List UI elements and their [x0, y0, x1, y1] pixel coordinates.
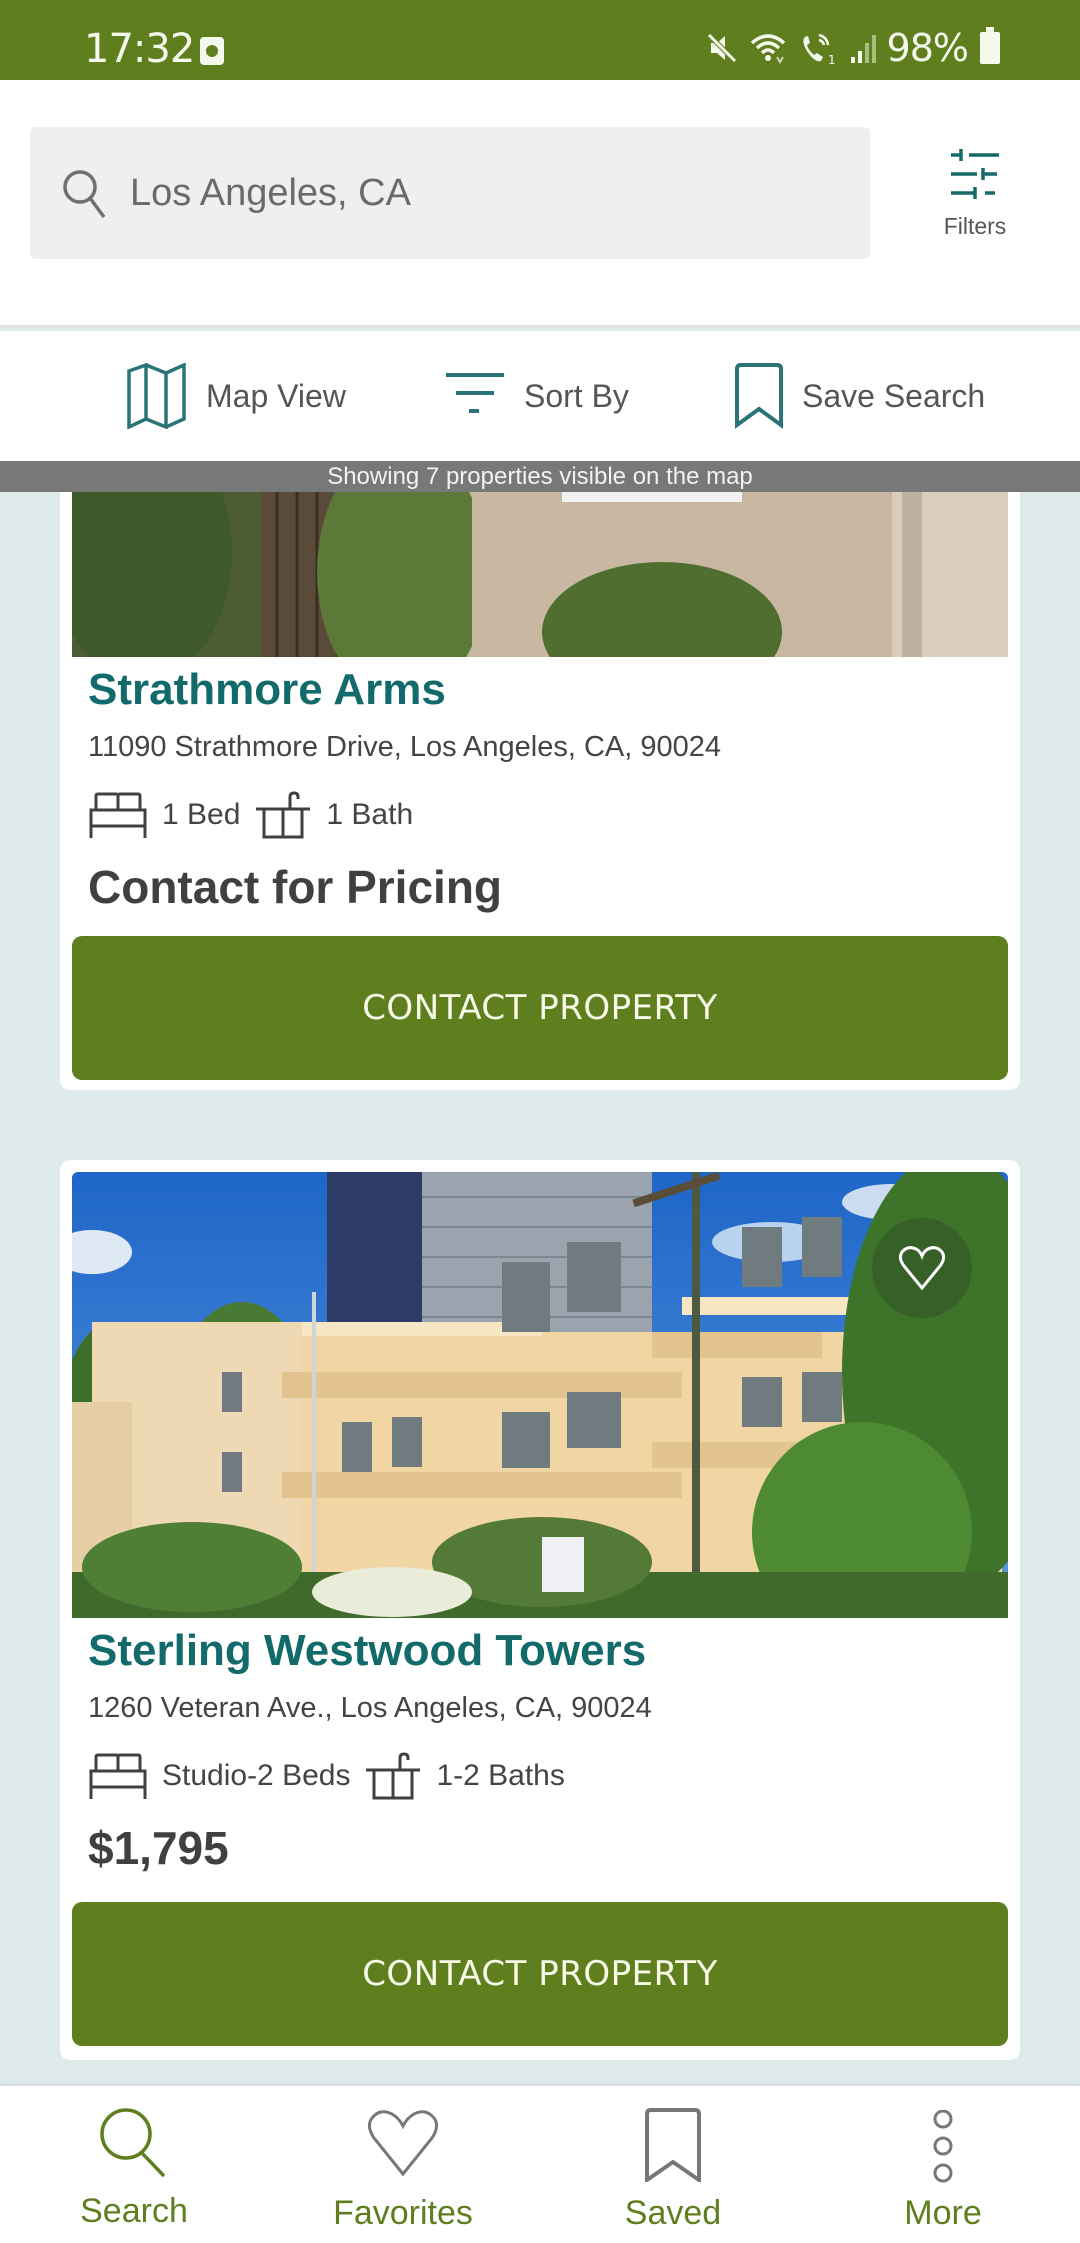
wifi-calling-icon: 1 [802, 33, 836, 65]
listing-info: Strathmore Arms 11090 Strathmore Drive, … [88, 665, 992, 914]
bookmark-icon [645, 2108, 701, 2182]
building-photo-image [72, 1172, 1008, 1618]
filters-label: Filters [943, 213, 1007, 239]
listing-address: 11090 Strathmore Drive, Los Angeles, CA,… [88, 731, 722, 763]
status-icons: 1 98% [705, 26, 1000, 70]
battery-icon [980, 27, 1000, 64]
status-bar: 17:32 1 98% [0, 0, 1080, 80]
battery-percent: 98% [886, 26, 969, 70]
search-icon [100, 2108, 166, 2178]
bed-count: 1 Bed [162, 798, 241, 831]
bath-count: 1-2 Baths [436, 1759, 565, 1792]
search-input[interactable] [130, 171, 830, 215]
bed-icon [89, 1753, 147, 1799]
listing-name[interactable]: Strathmore Arms [88, 665, 992, 715]
bed-icon [89, 792, 147, 838]
search-icon [63, 170, 106, 219]
more-vertical-icon [933, 2110, 953, 2183]
listing-address: 1260 Veteran Ave., Los Angeles, CA, 9002… [88, 1692, 652, 1724]
map-view-button[interactable]: Map View [126, 361, 346, 431]
nav-saved-label: Saved [624, 2194, 722, 2232]
nav-search-label: Search [80, 2192, 188, 2230]
signal-icon [850, 35, 876, 63]
nav-favorites[interactable]: Favorites [303, 2086, 503, 2243]
save-search-label: Save Search [802, 377, 986, 414]
listing-photo[interactable] [72, 492, 1008, 657]
action-toolbar: Map View Sort By Save Search [0, 331, 1080, 461]
heart-icon [367, 2110, 439, 2176]
listing-info: Sterling Westwood Towers 1260 Veteran Av… [88, 1626, 992, 1875]
listing-specs: Studio-2 Beds 1-2 Baths [88, 1751, 992, 1801]
nav-more-label: More [904, 2194, 982, 2232]
bath-count: 1 Bath [326, 798, 414, 831]
listing-card[interactable]: Strathmore Arms 11090 Strathmore Drive, … [60, 492, 1020, 1090]
map-view-label: Map View [206, 377, 346, 414]
building-photo-image [72, 492, 1008, 657]
listings-feed[interactable]: Strathmore Arms 11090 Strathmore Drive, … [0, 492, 1080, 2086]
nav-search[interactable]: Search [34, 2086, 234, 2243]
listing-photo[interactable] [72, 1172, 1008, 1618]
sort-by-label: Sort By [524, 377, 629, 414]
listing-price: Contact for Pricing [88, 861, 503, 913]
favorite-button[interactable] [872, 1218, 972, 1318]
nav-saved[interactable]: Saved [573, 2086, 773, 2243]
bed-count: Studio-2 Beds [162, 1759, 351, 1792]
save-search-button[interactable]: Save Search [734, 361, 985, 431]
mute-icon [706, 33, 737, 63]
bath-icon [366, 1752, 421, 1800]
map-icon [127, 363, 186, 429]
bath-icon [256, 791, 311, 839]
wifi-icon [750, 34, 785, 64]
status-time: 17:32 [84, 26, 195, 72]
search-header: Filters [0, 80, 1080, 328]
bottom-navigation: Search Favorites Saved More [0, 2086, 1080, 2243]
heart-icon [898, 1246, 946, 1290]
contact-property-button[interactable]: CONTACT PROPERTY [72, 936, 1008, 1080]
results-count-banner: Showing 7 properties visible on the map [0, 461, 1080, 492]
svg-text:1: 1 [828, 53, 836, 65]
contact-property-button[interactable]: CONTACT PROPERTY [72, 1902, 1008, 2046]
listing-card[interactable]: Sterling Westwood Towers 1260 Veteran Av… [60, 1160, 1020, 2060]
alarm-icon [200, 37, 224, 65]
sort-icon [446, 373, 504, 413]
bookmark-icon [735, 363, 783, 429]
nav-more[interactable]: More [843, 2086, 1043, 2243]
filters-icon [951, 149, 999, 199]
search-bar[interactable] [30, 127, 870, 259]
nav-favorites-label: Favorites [333, 2194, 473, 2232]
listing-price: $1,795 [88, 1822, 229, 1874]
listing-name[interactable]: Sterling Westwood Towers [88, 1626, 992, 1676]
sort-by-button[interactable]: Sort By [444, 361, 629, 431]
listing-specs: 1 Bed 1 Bath [88, 790, 992, 840]
filters-button[interactable]: Filters [925, 147, 1025, 247]
